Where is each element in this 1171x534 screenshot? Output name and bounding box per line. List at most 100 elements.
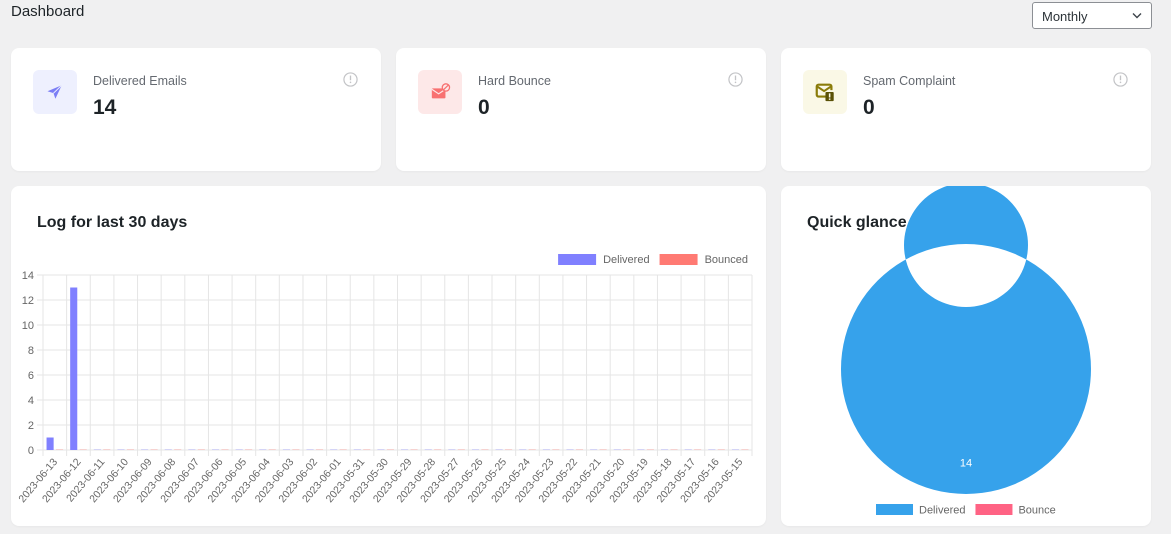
bar-bounced — [575, 449, 584, 450]
bar-bounced — [386, 449, 394, 450]
bar-bounced — [741, 449, 749, 450]
bar-bounced — [221, 449, 229, 450]
log-bar-chart: 024681012142023-06-132023-06-122023-06-1… — [16, 254, 753, 505]
bar-delivered — [235, 449, 243, 450]
bar-delivered — [566, 449, 574, 450]
stat-icon-box — [803, 70, 847, 114]
bar-delivered — [377, 449, 385, 450]
page-title: Dashboard — [11, 3, 85, 20]
bar-delivered — [708, 449, 716, 450]
bar-delivered — [448, 449, 456, 450]
bar-delivered — [637, 449, 645, 450]
legend-label: Bounce — [1018, 505, 1055, 517]
legend-swatch-bounce — [975, 504, 1013, 515]
y-tick-label: 6 — [28, 370, 34, 382]
bar-bounced — [552, 449, 560, 450]
bar-delivered — [661, 449, 669, 450]
paper-plane-icon — [47, 84, 63, 99]
bar-bounced — [79, 449, 87, 450]
info-icon[interactable] — [1113, 72, 1128, 87]
bar-delivered — [330, 449, 338, 450]
bar-delivered — [141, 449, 149, 450]
bar-bounced — [245, 449, 253, 450]
legend-label: Delivered — [919, 505, 965, 517]
bar-delivered — [471, 449, 480, 450]
bar-bounced — [670, 449, 678, 450]
stat-label: Delivered Emails — [93, 74, 187, 88]
bar-delivered — [613, 449, 621, 450]
quick-glance-donut-chart: 0 14 Delivered Bounce — [841, 186, 1091, 517]
bar-bounced — [434, 449, 442, 450]
bar-delivered — [519, 449, 527, 450]
y-tick-label: 12 — [22, 295, 34, 307]
bar-bounced — [599, 449, 607, 450]
stat-card-spam-complaint: Spam Complaint 0 — [781, 48, 1151, 171]
bar-bounced — [528, 449, 536, 450]
bar-delivered — [70, 287, 78, 450]
stat-value: 0 — [478, 96, 490, 119]
y-tick-label: 2 — [28, 420, 34, 432]
bar-delivered — [590, 449, 598, 450]
donut-slice-delivered — [841, 186, 1091, 494]
bar-delivered — [353, 449, 361, 450]
y-tick-label: 10 — [22, 320, 34, 332]
bar-delivered — [164, 449, 172, 450]
bar-bounced — [339, 449, 347, 450]
bar-bounced — [410, 449, 418, 450]
legend-swatch-delivered — [876, 504, 913, 515]
bar-delivered — [259, 449, 267, 450]
bar-bounced — [481, 449, 489, 450]
stat-label: Hard Bounce — [478, 74, 551, 88]
stat-value: 14 — [93, 96, 117, 119]
bar-delivered — [93, 449, 101, 450]
bar-bounced — [126, 449, 134, 450]
quick-glance-card: Quick glance 0 14 Delivered Bounce — [781, 186, 1151, 526]
bar-bounced — [505, 449, 513, 450]
bar-delivered — [188, 449, 196, 450]
period-select-value: Monthly — [1042, 9, 1088, 24]
bar-bounced — [268, 449, 276, 450]
y-tick-label: 0 — [28, 445, 34, 457]
bar-bounced — [315, 449, 324, 450]
bar-delivered — [401, 449, 409, 450]
y-tick-label: 8 — [28, 345, 34, 357]
bar-bounced — [55, 449, 64, 450]
log-chart-card: Log for last 30 days 0 2 4 6 8 10 12 14 2023-06-… — [11, 186, 766, 526]
bar-delivered — [306, 449, 314, 450]
bar-delivered — [282, 449, 290, 450]
bar-delivered — [117, 449, 125, 450]
bar-bounced — [457, 449, 465, 450]
bar-bounced — [197, 449, 205, 450]
info-icon[interactable] — [728, 72, 743, 87]
legend-label: Bounced — [705, 254, 748, 266]
bar-delivered — [46, 437, 54, 450]
envelope-blocked-icon — [431, 83, 451, 99]
donut-data-label: 0 — [963, 271, 969, 283]
donut-data-label: 14 — [960, 458, 972, 470]
bar-delivered — [211, 449, 220, 450]
legend-swatch-delivered — [558, 254, 597, 265]
bar-bounced — [292, 449, 300, 450]
stat-label: Spam Complaint — [863, 74, 956, 88]
stat-card-hard-bounce: Hard Bounce 0 — [396, 48, 766, 171]
bar-bounced — [623, 449, 631, 450]
y-tick-label: 14 — [22, 270, 34, 282]
legend-label: Delivered — [603, 254, 649, 266]
stat-card-delivered: Delivered Emails 14 — [11, 48, 381, 171]
envelope-alert-icon — [815, 83, 834, 102]
bar-bounced — [150, 449, 158, 450]
stat-icon-box — [418, 70, 462, 114]
bar-bounced — [717, 449, 725, 450]
bar-delivered — [495, 449, 503, 450]
bar-bounced — [174, 449, 182, 450]
bar-delivered — [424, 449, 432, 450]
legend-swatch-bounced — [659, 254, 698, 265]
info-icon[interactable] — [343, 72, 358, 87]
bar-delivered — [731, 449, 740, 450]
period-select[interactable]: Monthly — [1032, 2, 1152, 29]
chevron-down-icon — [1132, 13, 1142, 19]
bar-delivered — [684, 449, 692, 450]
stat-icon-box — [33, 70, 77, 114]
bar-bounced — [694, 449, 702, 450]
bar-bounced — [646, 449, 654, 450]
